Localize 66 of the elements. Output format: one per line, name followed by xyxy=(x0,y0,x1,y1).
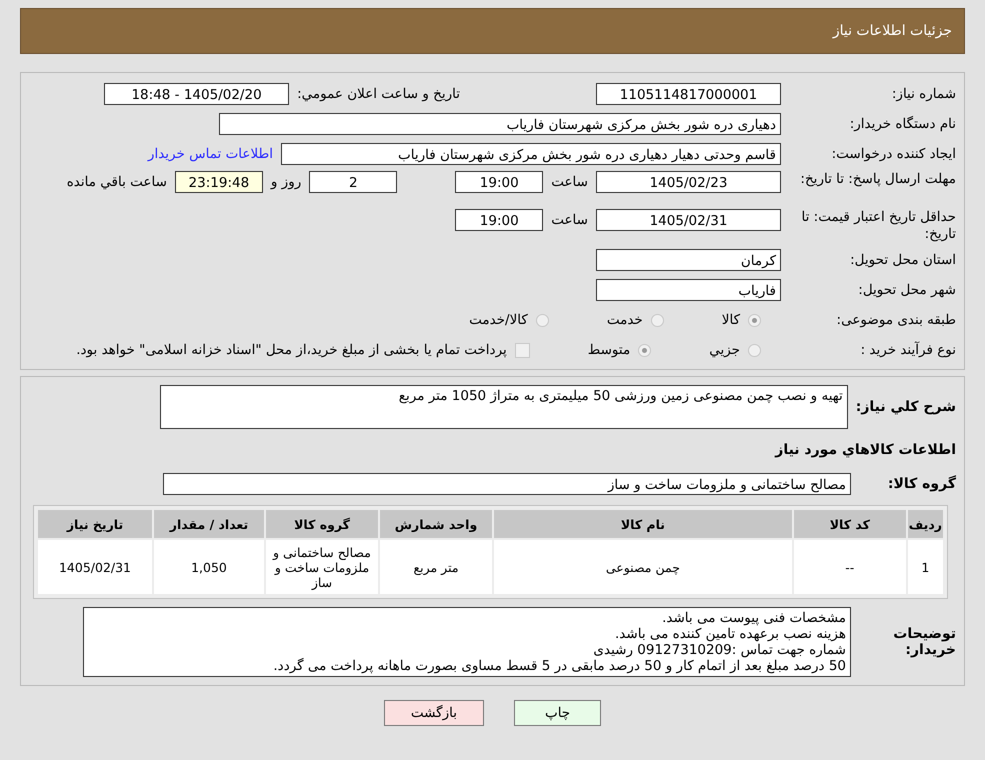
column-header: گروه کالا xyxy=(266,510,378,538)
radio-label: خدمت xyxy=(606,312,643,328)
table-cell: چمن مصنوعی xyxy=(494,540,792,594)
notes-line: هزینه نصب برعهده تامین کننده می باشد. xyxy=(614,626,846,642)
notes-line: شماره جهت تماس :09127310209 رشیدی xyxy=(592,642,846,658)
goods-group-field: مصالح ساختمانی و ملزومات ساخت و ساز xyxy=(163,473,851,495)
table-cell: متر مربع xyxy=(380,540,492,594)
column-header: نام کالا xyxy=(494,510,792,538)
table-cell: 1,050 xyxy=(154,540,264,594)
field-label: استان محل تحويل: xyxy=(849,252,957,268)
city-field: فاریاب xyxy=(596,279,781,301)
field-label: نام دستگاه خريدار: xyxy=(848,116,957,132)
province-field: کرمان xyxy=(596,249,781,271)
radio-button[interactable] xyxy=(536,314,549,326)
radio-button[interactable] xyxy=(638,344,652,356)
announce-date-field: 1405/02/20 - 18:48 xyxy=(104,83,290,105)
radio-button[interactable] xyxy=(748,314,761,326)
remaining-label: ساعت باقي مانده xyxy=(66,173,167,192)
summary-field: تهیه و نصب چمن مصنوعی زمین ورزشی 50 میلیمتری به متراژ 1050 متر مربع xyxy=(160,385,848,429)
buyer-contact-link[interactable]: اطلاعات تماس خريدار xyxy=(148,146,273,162)
creator-field: قاسم وحدتی دهیار دهیاری دره شور بخش مرکزی شهرستان فاریاب xyxy=(281,143,781,165)
field-label: تاريخ و ساعت اعلان عمومي: xyxy=(297,86,460,102)
time-label: ساعت xyxy=(551,173,588,192)
checkbox-label: پرداخت تمام يا بخشی از مبلغ خريد،از محل "اسناد خزانه اسلامی" خواهد بود. xyxy=(76,342,507,358)
field-label: شرح کلي نياز: xyxy=(856,399,957,415)
table-cell: 1 xyxy=(908,540,943,594)
deadline-date-field: 1405/02/23 xyxy=(596,171,781,193)
field-label: شماره نیاز: xyxy=(890,86,957,102)
radio-label: متوسط xyxy=(588,342,630,358)
column-header: رديف xyxy=(908,510,943,538)
page-title: جزئیات اطلاعات نیاز xyxy=(832,23,952,39)
field-label: ايجاد کننده درخواست: xyxy=(830,146,957,162)
column-header: تاريخ نياز xyxy=(38,510,152,538)
back-button[interactable]: بازگشت xyxy=(384,700,484,726)
radio-label: جزيي xyxy=(709,342,740,358)
field-label: حداقل تاريخ اعتبار قيمت: تا تاريخ: xyxy=(800,209,957,243)
column-header: کد کالا xyxy=(794,510,906,538)
notes-line: مشخصات فنی پیوست می باشد. xyxy=(661,610,846,626)
radio-label: کالا xyxy=(722,312,740,328)
notes-line: 50 درصد مبلغ بعد از اتمام کار و 50 درصد مابقی در 5 قسط مساوی بصورت ماهانه پرداخت می گردد. xyxy=(272,658,846,674)
field-label: توضيحات خريدار: xyxy=(892,626,957,658)
table-cell: مصالح ساختمانی و ملزومات ساخت و ساز xyxy=(266,540,378,594)
radio-label: کالا/خدمت xyxy=(469,312,528,328)
buyer-field: دهیاری دره شور بخش مرکزی شهرستان فاریاب xyxy=(219,113,781,135)
section-title: اطلاعات کالاهاي مورد نياز xyxy=(775,442,957,458)
radio-button[interactable] xyxy=(650,314,664,326)
field-label: گروه کالا: xyxy=(886,476,957,492)
need-number-field: 1105114817000001 xyxy=(596,83,781,105)
column-header: تعداد / مقدار xyxy=(154,510,264,538)
table-cell: -- xyxy=(794,540,906,594)
remaining-time-field: 23:19:48 xyxy=(174,171,263,193)
table-cell: 1405/02/31 xyxy=(38,540,152,594)
days-label: روز و xyxy=(270,173,302,192)
field-label: مهلت ارسال پاسخ: تا تاريخ: xyxy=(799,171,957,188)
radio-button[interactable] xyxy=(748,344,761,356)
validity-time-field: 19:00 xyxy=(455,209,544,231)
time-label: ساعت xyxy=(551,211,588,230)
validity-date-field: 1405/02/31 xyxy=(596,209,781,231)
print-button[interactable]: چاپ xyxy=(514,700,602,726)
column-header: واحد شمارش xyxy=(380,510,492,538)
deadline-time-field: 19:00 xyxy=(455,171,544,193)
checkbox[interactable] xyxy=(514,342,530,358)
days-field: 2 xyxy=(309,171,398,193)
field-label: شهر محل تحويل: xyxy=(857,282,957,298)
field-label: طبقه بندی موضوعی: xyxy=(836,312,957,328)
field-label: نوع فرآيند خريد : xyxy=(860,342,957,358)
